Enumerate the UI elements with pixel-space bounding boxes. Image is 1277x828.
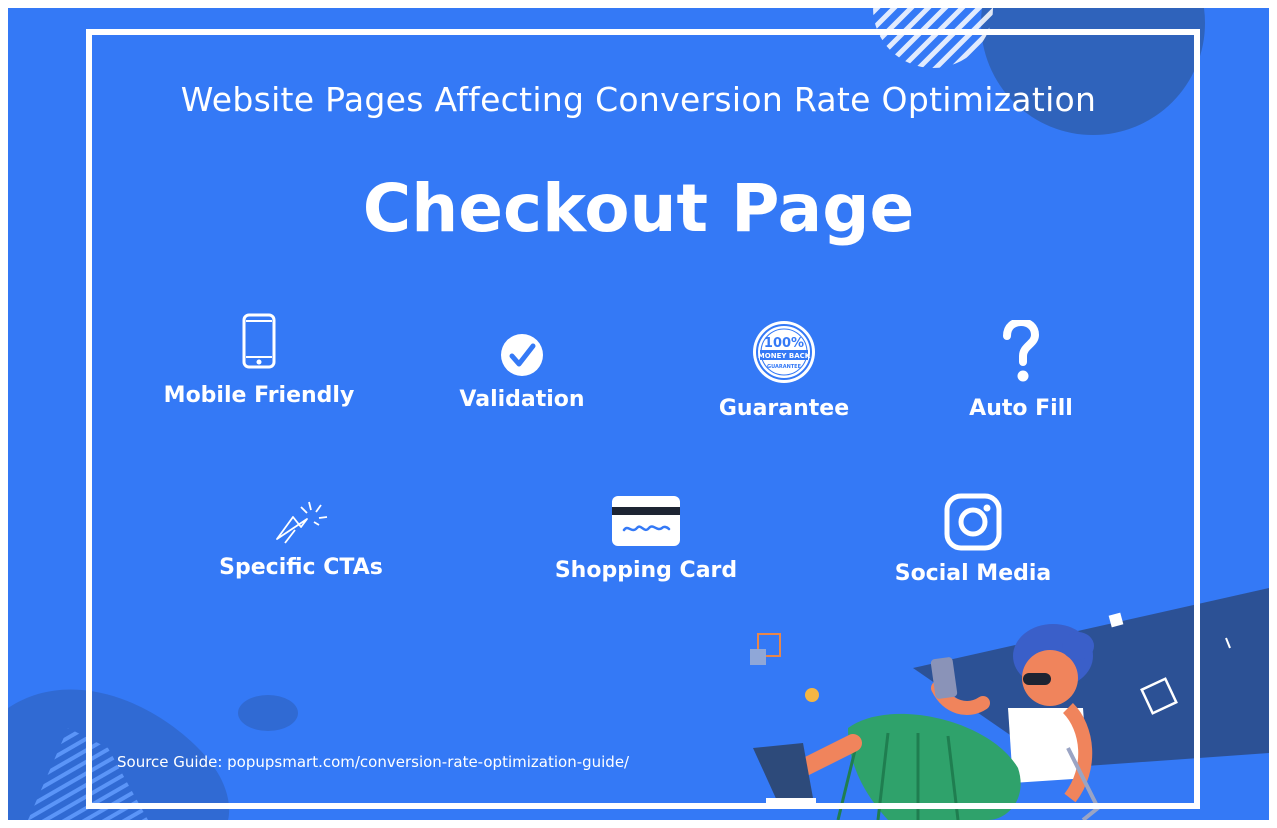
feature-label: Social Media: [894, 561, 1052, 586]
badge-money-back: MONEY BACK: [758, 352, 811, 360]
question-mark-icon: [1003, 320, 1039, 382]
feature-auto-fill: Auto Fill: [951, 320, 1091, 421]
feature-shopping-card: Shopping Card: [546, 496, 746, 583]
badge-percent: 100%: [764, 336, 804, 351]
feature-specific-ctas: Specific CTAs: [201, 497, 401, 580]
feature-label: Guarantee: [718, 396, 850, 421]
feature-label: Validation: [459, 387, 585, 412]
source-caption: Source Guide: popupsmart.com/conversion-…: [117, 753, 630, 771]
page-title: Checkout Page: [362, 170, 915, 247]
feature-label: Specific CTAs: [219, 555, 383, 580]
badge-guarantee: GUARANTEE: [767, 364, 802, 370]
feature-label: Shopping Card: [554, 558, 738, 583]
feature-social-media: Social Media: [873, 493, 1073, 586]
feature-label: Mobile Friendly: [163, 383, 355, 408]
check-circle-icon: [501, 334, 543, 376]
infographic: Website Pages Affecting Conversion Rate …: [0, 0, 1277, 828]
money-back-badge-icon: 100% MONEY BACK GUARANTEE: [753, 321, 815, 383]
feature-guarantee: 100% MONEY BACK GUARANTEE Guarantee: [704, 320, 864, 421]
smartphone-icon: [242, 313, 276, 369]
cursor-click-icon: [276, 501, 328, 544]
instagram-icon: [944, 493, 1002, 551]
credit-card-icon: [612, 496, 680, 546]
page-subtitle: Website Pages Affecting Conversion Rate …: [180, 80, 1097, 119]
feature-label: Auto Fill: [969, 396, 1073, 421]
feature-validation: Validation: [441, 333, 603, 412]
feature-mobile-friendly: Mobile Friendly: [159, 313, 359, 408]
